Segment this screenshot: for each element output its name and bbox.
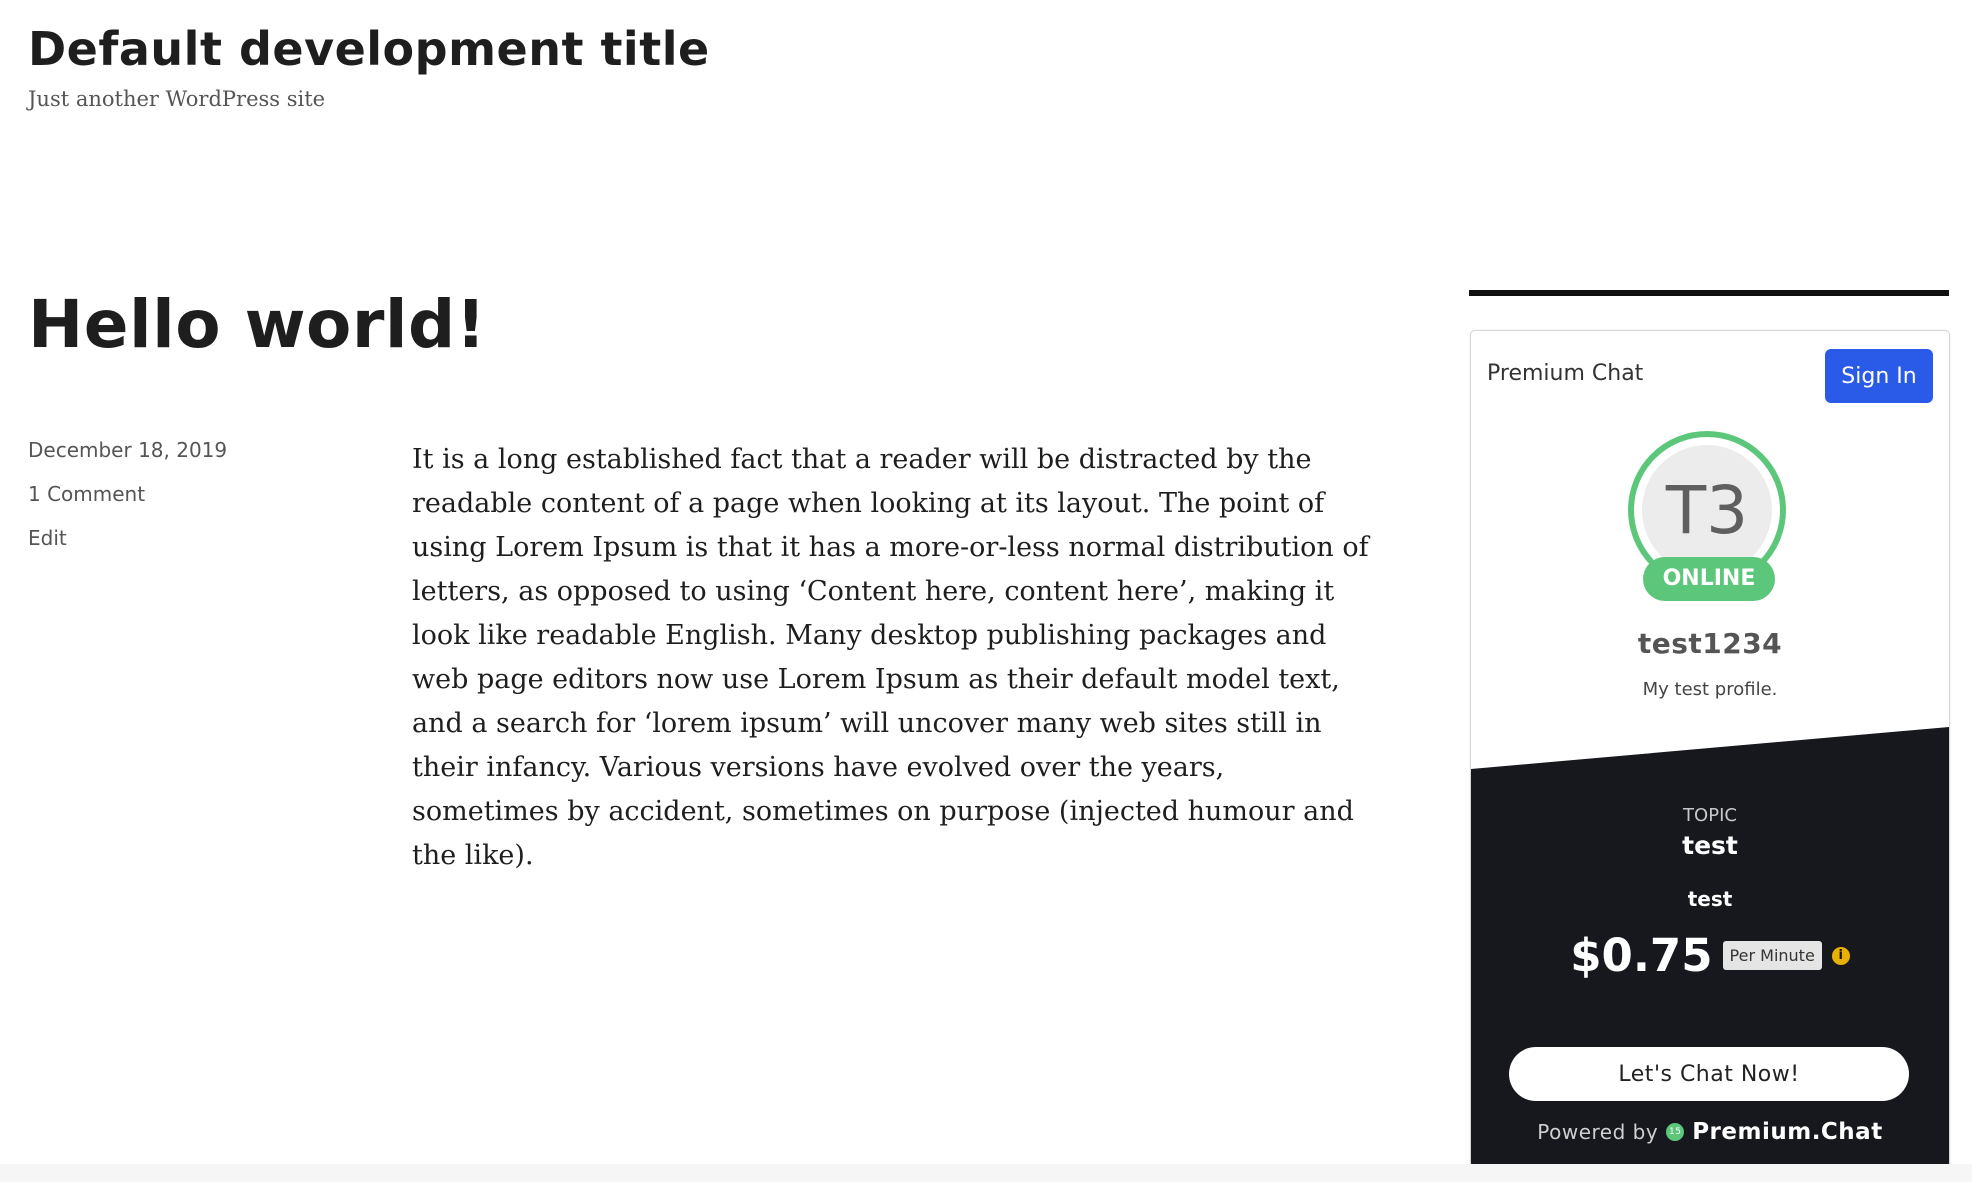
avatar: T3	[1642, 445, 1772, 575]
online-status-badge: ONLINE	[1643, 557, 1775, 601]
post-date[interactable]: December 18, 2019	[28, 438, 227, 462]
edit-link-text[interactable]: Edit	[28, 526, 67, 550]
profile-tagline: My test profile.	[1642, 679, 1778, 700]
topic-description: test	[1687, 887, 1733, 911]
post-date-link[interactable]: December 18, 2019	[28, 438, 227, 462]
site-description: Just another WordPress site	[28, 87, 326, 111]
sign-in-button[interactable]: Sign In	[1825, 349, 1933, 403]
topic-name: test	[1682, 831, 1738, 860]
powered-by[interactable]: Powered by 15 Premium.Chat	[1471, 1119, 1949, 1145]
premium-chat-widget: Premium Chat Sign In T3 ONLINE test1234 …	[1470, 330, 1950, 1168]
site-title[interactable]: Default development title	[28, 22, 710, 76]
page-footer-edge	[0, 1164, 1972, 1182]
price-row: $0.75 Per Minute i	[1471, 929, 1949, 982]
info-icon[interactable]: i	[1831, 946, 1850, 965]
comments-link-text[interactable]: 1 Comment	[28, 482, 145, 506]
premium-chat-logo-icon: 15	[1666, 1123, 1685, 1141]
widget-divider	[1469, 290, 1949, 296]
post-title: Hello world!	[28, 286, 487, 363]
username: test1234	[1637, 627, 1783, 660]
price: $0.75	[1570, 929, 1713, 982]
widget-title: Premium Chat	[1487, 361, 1644, 386]
brand-link[interactable]: Premium.Chat	[1692, 1119, 1883, 1145]
edit-link[interactable]: Edit	[28, 526, 67, 550]
chat-now-button[interactable]: Let's Chat Now!	[1509, 1047, 1909, 1101]
price-unit-badge: Per Minute	[1722, 941, 1822, 970]
powered-by-label: Powered by	[1537, 1120, 1659, 1144]
comments-link[interactable]: 1 Comment	[28, 482, 145, 506]
post-content: It is a long established fact that a rea…	[412, 444, 1369, 871]
topic-label: TOPIC	[1683, 805, 1737, 826]
